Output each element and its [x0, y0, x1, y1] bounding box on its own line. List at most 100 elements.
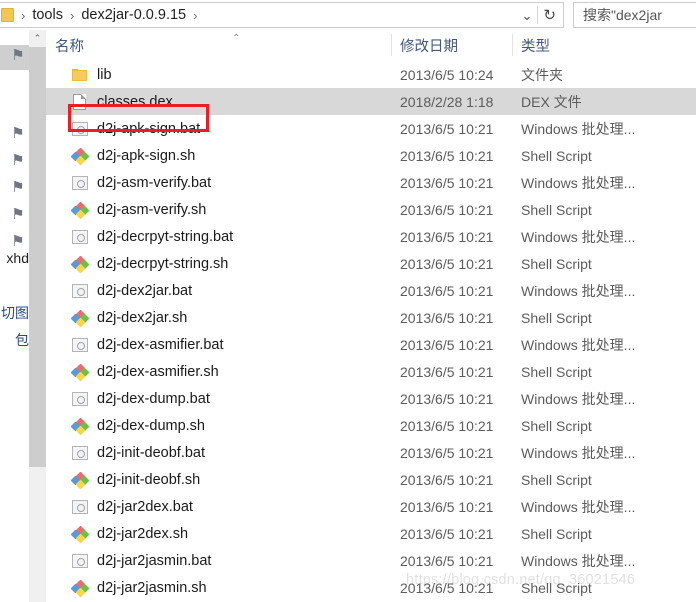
table-row[interactable]: d2j-jar2dex.sh 2013/6/5 10:21 Shell Script: [46, 520, 696, 547]
cell-type: Windows 批处理...: [521, 120, 636, 137]
cell-name[interactable]: d2j-jar2jasmin.sh: [46, 574, 207, 601]
file-explorer-window: › tools › dex2jar-0.0.9.15 › ⌄ ↻ 搜索"dex2…: [0, 0, 696, 602]
breadcrumb-separator-0: ›: [21, 7, 26, 23]
file-name-label: d2j-jar2dex.bat: [97, 498, 193, 515]
table-row[interactable]: d2j-init-deobf.bat 2013/6/5 10:21 Windows …: [46, 439, 696, 466]
cell-name[interactable]: d2j-jar2dex.bat: [46, 493, 193, 520]
nav-item-2[interactable]: ⚑: [0, 147, 29, 175]
bat-file-icon: [72, 121, 88, 137]
breadcrumb-separator-2[interactable]: ›: [186, 9, 204, 22]
table-row[interactable]: d2j-decrpyt-string.bat 2013/6/5 10:21 Wind…: [46, 223, 696, 250]
column-header-name[interactable]: 名称 ⌃: [46, 30, 391, 61]
table-row[interactable]: d2j-apk-sign.bat 2013/6/5 10:21 Windows 批处…: [46, 115, 696, 142]
column-divider: [512, 34, 513, 56]
shell-file-icon: [70, 255, 89, 274]
nav-item-label-2[interactable]: 包: [0, 330, 29, 350]
file-name-label: d2j-decrpyt-string.sh: [97, 255, 229, 272]
pin-icon: ⚑: [11, 47, 25, 64]
refresh-icon[interactable]: ↻: [538, 8, 561, 23]
pin-icon: ⚑: [11, 152, 25, 169]
cell-name[interactable]: d2j-asm-verify.sh: [46, 196, 206, 223]
bat-file-icon: [72, 445, 88, 461]
breadcrumb-item-dex2jar[interactable]: dex2jar-0.0.9.15: [81, 7, 186, 23]
nav-item-label-1[interactable]: 切图: [0, 303, 29, 323]
cell-name[interactable]: d2j-jar2jasmin.bat: [46, 547, 211, 574]
table-row[interactable]: d2j-jar2jasmin.sh 2013/6/5 10:21 Shell Scr…: [46, 574, 696, 601]
nav-item-4[interactable]: ⚑: [0, 201, 29, 229]
table-row[interactable]: d2j-dex-dump.bat 2013/6/5 10:21 Windows 批处…: [46, 385, 696, 412]
cell-name[interactable]: d2j-apk-sign.bat: [46, 115, 200, 142]
table-row[interactable]: d2j-dex2jar.sh 2013/6/5 10:21 Shell Script: [46, 304, 696, 331]
cell-name[interactable]: d2j-dex2jar.sh: [46, 304, 187, 331]
cell-name[interactable]: classes.dex: [46, 88, 173, 115]
table-row[interactable]: d2j-init-deobf.sh 2013/6/5 10:21 Shell Scr…: [46, 466, 696, 493]
cell-type: Shell Script: [521, 147, 592, 164]
sort-ascending-icon: ⌃: [232, 33, 241, 44]
breadcrumb[interactable]: › tools › dex2jar-0.0.9.15 › ⌄ ↻: [0, 2, 564, 28]
cell-date-modified: 2013/6/5 10:21: [400, 417, 494, 434]
table-row[interactable]: d2j-dex-asmifier.bat 2013/6/5 10:21 Window…: [46, 331, 696, 358]
table-row[interactable]: d2j-apk-sign.sh 2013/6/5 10:21 Shell Scrip…: [46, 142, 696, 169]
navigation-pane: ⚑ ⚑ ⚑ ⚑ ⚑ ⚑ xhd 切图包: [0, 30, 29, 602]
file-name-label: d2j-jar2jasmin.bat: [97, 552, 212, 569]
cell-date-modified: 2013/6/5 10:21: [400, 579, 494, 596]
shell-file-icon: [70, 525, 89, 544]
cell-date-modified: 2013/6/5 10:21: [400, 201, 494, 218]
cell-name[interactable]: d2j-decrpyt-string.bat: [46, 223, 233, 250]
table-row[interactable]: d2j-dex-asmifier.sh 2013/6/5 10:21 Shell S…: [46, 358, 696, 385]
cell-name[interactable]: d2j-jar2dex.sh: [46, 520, 188, 547]
cell-name[interactable]: d2j-dex-dump.bat: [46, 385, 210, 412]
cell-date-modified: 2013/6/5 10:21: [400, 390, 494, 407]
bat-file-icon: [72, 553, 88, 569]
table-row[interactable]: d2j-jar2dex.bat 2013/6/5 10:21 Windows 批处理…: [46, 493, 696, 520]
file-name-label: d2j-dex-dump.sh: [97, 417, 205, 434]
cell-name[interactable]: d2j-init-deobf.sh: [46, 466, 200, 493]
cell-date-modified: 2013/6/5 10:21: [400, 174, 494, 191]
scroll-up-icon[interactable]: ⌃: [29, 30, 46, 47]
cell-name[interactable]: d2j-dex-dump.sh: [46, 412, 205, 439]
cell-type: 文件夹: [521, 66, 563, 83]
cell-name[interactable]: d2j-asm-verify.bat: [46, 169, 211, 196]
cell-name[interactable]: lib: [46, 61, 112, 88]
pin-icon: ⚑: [11, 125, 25, 142]
table-row[interactable]: d2j-dex2jar.bat 2013/6/5 10:21 Windows 批处理…: [46, 277, 696, 304]
cell-date-modified: 2013/6/5 10:24: [400, 66, 494, 83]
shell-file-icon: [70, 363, 89, 382]
cell-name[interactable]: d2j-apk-sign.sh: [46, 142, 195, 169]
bat-file-icon: [72, 283, 88, 299]
column-headers: 名称 ⌃ 修改日期 类型: [46, 30, 696, 61]
search-input[interactable]: 搜索"dex2jar: [573, 2, 696, 28]
table-row[interactable]: d2j-dex-dump.sh 2013/6/5 10:21 Shell Scrip…: [46, 412, 696, 439]
nav-scrollbar[interactable]: ⌃: [29, 30, 46, 602]
table-row[interactable]: d2j-jar2jasmin.bat 2013/6/5 10:21 Windows …: [46, 547, 696, 574]
cell-name[interactable]: d2j-dex2jar.bat: [46, 277, 192, 304]
cell-name[interactable]: d2j-decrpyt-string.sh: [46, 250, 228, 277]
column-header-type[interactable]: 类型: [512, 30, 696, 61]
folder-icon: [72, 67, 88, 83]
file-name-label: lib: [97, 66, 112, 83]
table-row[interactable]: d2j-decrpyt-string.sh 2013/6/5 10:21 Shell…: [46, 250, 696, 277]
nav-item-3[interactable]: ⚑: [0, 174, 29, 202]
chevron-down-icon[interactable]: ⌄: [517, 9, 538, 22]
table-row[interactable]: classes.dex 2018/2/28 1:18 DEX 文件: [46, 88, 696, 115]
dex-file-icon: [72, 93, 88, 110]
cell-date-modified: 2018/2/28 1:18: [400, 93, 494, 110]
nav-item-0[interactable]: ⚑: [0, 42, 29, 70]
nav-item-label-0[interactable]: xhd: [0, 250, 29, 266]
cell-date-modified: 2013/6/5 10:21: [400, 120, 494, 137]
table-row[interactable]: d2j-asm-verify.bat 2013/6/5 10:21 Windows …: [46, 169, 696, 196]
cell-name[interactable]: d2j-init-deobf.bat: [46, 439, 205, 466]
bat-file-icon: [72, 337, 88, 353]
table-row[interactable]: d2j-asm-verify.sh 2013/6/5 10:21 Shell Scr…: [46, 196, 696, 223]
cell-date-modified: 2013/6/5 10:21: [400, 282, 494, 299]
breadcrumb-item-tools[interactable]: tools: [32, 7, 63, 23]
table-row[interactable]: lib 2013/6/5 10:24 文件夹: [46, 61, 696, 88]
column-header-date-modified[interactable]: 修改日期: [391, 30, 512, 61]
nav-item-1[interactable]: ⚑: [0, 120, 29, 148]
bat-file-icon: [72, 391, 88, 407]
pin-icon: ⚑: [11, 233, 25, 250]
cell-name[interactable]: d2j-dex-asmifier.bat: [46, 331, 224, 358]
shell-file-icon: [70, 147, 89, 166]
scrollbar-thumb[interactable]: [29, 47, 46, 467]
cell-name[interactable]: d2j-dex-asmifier.sh: [46, 358, 219, 385]
